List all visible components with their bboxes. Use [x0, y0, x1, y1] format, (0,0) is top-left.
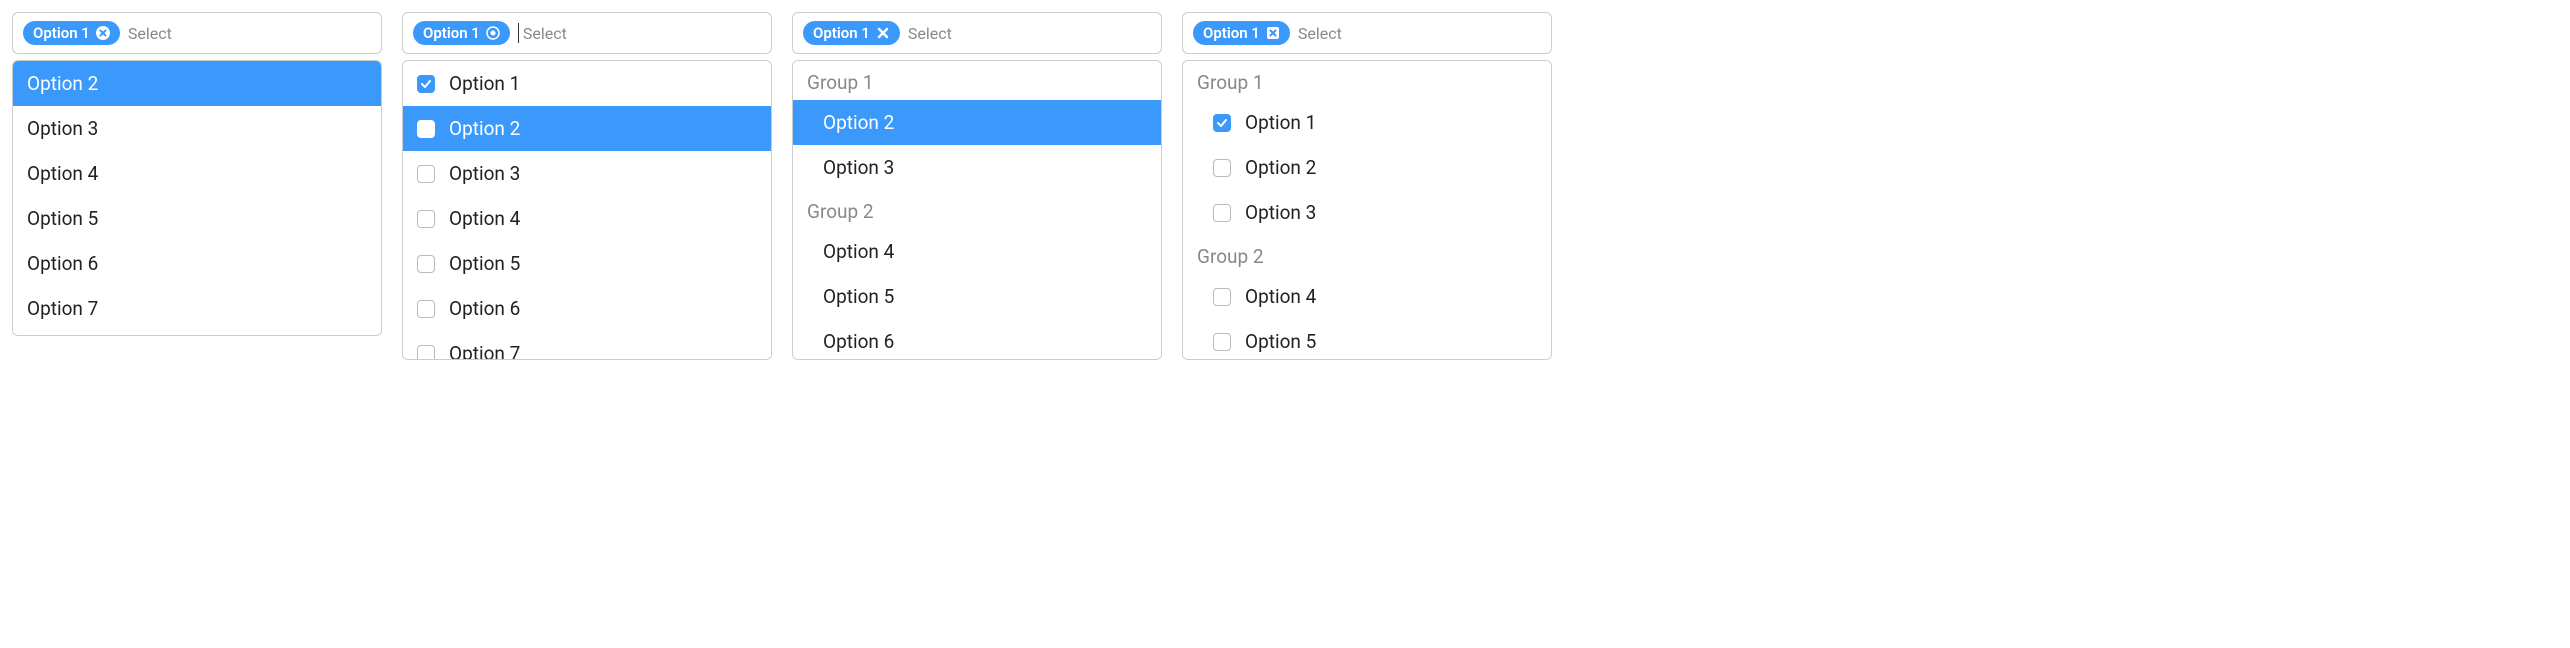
- list-item[interactable]: Option 6: [403, 286, 771, 331]
- select-placeholder: Select: [1298, 24, 1342, 43]
- list-item[interactable]: Option 6: [13, 241, 381, 286]
- list-item[interactable]: Option 4: [1183, 274, 1551, 319]
- checkbox-icon[interactable]: [1213, 204, 1231, 222]
- list-item[interactable]: Option 3: [793, 145, 1161, 190]
- list-item[interactable]: Option 4: [403, 196, 771, 241]
- list-item[interactable]: Option 1: [1183, 100, 1551, 145]
- select-placeholder: Select: [908, 24, 952, 43]
- list-item[interactable]: Option 2: [1183, 145, 1551, 190]
- list-item[interactable]: Option 5: [1183, 319, 1551, 360]
- list-item[interactable]: Option 3: [13, 106, 381, 151]
- list-item[interactable]: Option 2: [13, 61, 381, 106]
- multiselect-simple: Option 1 Select Option 2 Option 3 Option…: [12, 12, 382, 360]
- remove-chip-icon[interactable]: [1266, 26, 1280, 40]
- list-item[interactable]: Option 6: [793, 319, 1161, 360]
- remove-chip-icon[interactable]: [876, 26, 890, 40]
- select-placeholder: Select: [523, 24, 567, 43]
- list-item[interactable]: Option 3: [1183, 190, 1551, 235]
- checkbox-icon[interactable]: [417, 75, 435, 93]
- checkbox-icon[interactable]: [417, 165, 435, 183]
- list-item[interactable]: Option 4: [13, 151, 381, 196]
- group-label: Group 1: [793, 61, 1161, 100]
- list-item[interactable]: Option 7: [403, 331, 771, 360]
- list-item[interactable]: Option 5: [13, 196, 381, 241]
- checkbox-icon[interactable]: [417, 255, 435, 273]
- checkbox-icon[interactable]: [417, 345, 435, 361]
- multiselect-grouped-checkbox: Option 1 Select Group 1 Option 1 Option …: [1182, 12, 1552, 360]
- group-label: Group 1: [1183, 61, 1551, 100]
- list-item[interactable]: Option 2: [403, 106, 771, 151]
- multiselect-checkbox: Option 1 Select Option 1 Option 2 Option…: [402, 12, 772, 360]
- checkbox-icon[interactable]: [1213, 333, 1231, 351]
- checkbox-icon[interactable]: [1213, 159, 1231, 177]
- list-item[interactable]: Option 5: [793, 274, 1161, 319]
- selected-chip[interactable]: Option 1: [23, 21, 120, 45]
- checkbox-icon[interactable]: [417, 120, 435, 138]
- dropdown-panel: Option 1 Option 2 Option 3 Option 4 Opti…: [402, 60, 772, 360]
- dropdown-panel: Option 2 Option 3 Option 4 Option 5 Opti…: [12, 60, 382, 336]
- select-control[interactable]: Option 1 Select: [12, 12, 382, 54]
- list-item[interactable]: Option 5: [403, 241, 771, 286]
- selected-chip[interactable]: Option 1: [413, 21, 510, 45]
- checkbox-icon[interactable]: [417, 300, 435, 318]
- multiselect-grouped: Option 1 Select Group 1 Option 2 Option …: [792, 12, 1162, 360]
- group-label: Group 2: [793, 190, 1161, 229]
- select-control[interactable]: Option 1 Select: [402, 12, 772, 54]
- select-control[interactable]: Option 1 Select: [1182, 12, 1552, 54]
- remove-chip-icon[interactable]: [96, 26, 110, 40]
- checkbox-icon[interactable]: [1213, 288, 1231, 306]
- selected-chip[interactable]: Option 1: [803, 21, 900, 45]
- list-item[interactable]: Option 4: [793, 229, 1161, 274]
- text-caret: [518, 23, 519, 43]
- chip-label: Option 1: [1203, 24, 1260, 42]
- selected-chip[interactable]: Option 1: [1193, 21, 1290, 45]
- remove-chip-icon[interactable]: [486, 26, 500, 40]
- select-control[interactable]: Option 1 Select: [792, 12, 1162, 54]
- dropdown-panel: Group 1 Option 1 Option 2 Option 3 Group…: [1182, 60, 1552, 360]
- dropdown-panel: Group 1 Option 2 Option 3 Group 2 Option…: [792, 60, 1162, 360]
- list-item[interactable]: Option 2: [793, 100, 1161, 145]
- list-item[interactable]: Option 3: [403, 151, 771, 196]
- chip-label: Option 1: [813, 24, 870, 42]
- list-item[interactable]: Option 1: [403, 61, 771, 106]
- select-placeholder: Select: [128, 24, 172, 43]
- chip-label: Option 1: [423, 24, 480, 42]
- list-item[interactable]: Option 7: [13, 286, 381, 331]
- checkbox-icon[interactable]: [1213, 114, 1231, 132]
- chip-label: Option 1: [33, 24, 90, 42]
- group-label: Group 2: [1183, 235, 1551, 274]
- checkbox-icon[interactable]: [417, 210, 435, 228]
